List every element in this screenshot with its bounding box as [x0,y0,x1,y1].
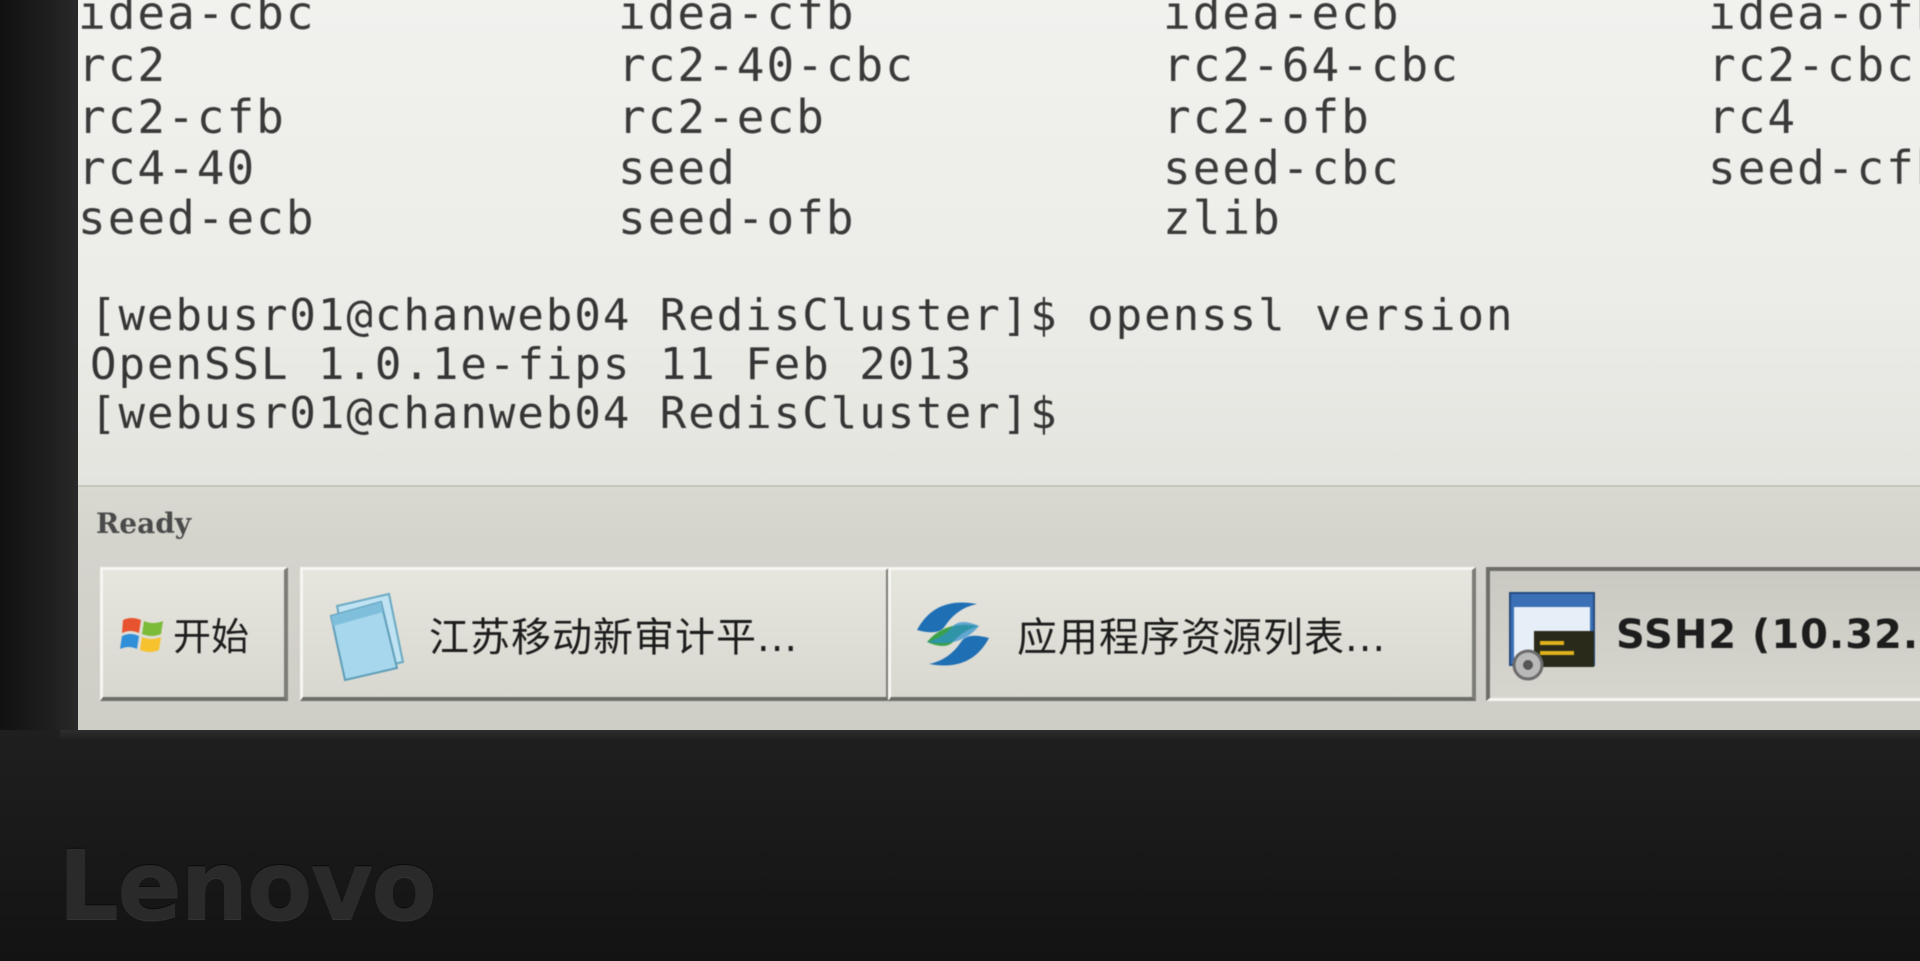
taskbar-item-label: 江苏移动新审计平... [429,614,799,661]
command-prompt-line: [webusr01@chanweb04 RedisCluster]$ [90,388,1059,439]
start-button[interactable]: 开始 [100,567,288,701]
china-mobile-logo-icon [917,601,989,666]
command-prompt-line: [webusr01@chanweb04 RedisCluster]$ opens… [90,290,1515,341]
cipher-name: seed [618,141,737,195]
ssh-terminal-icon [1509,591,1595,680]
cipher-name: zlib [1163,191,1282,245]
cipher-name: rc2 [78,38,168,92]
start-label: 开始 [173,615,250,659]
cipher-name: seed-ecb [78,191,316,245]
windows-flag-icon [120,617,163,652]
taskbar: 开始 江苏移动新审计平... 应用程序资源列表... SSH2 (10.32.3 [78,553,1920,730]
cipher-name: idea-cfb [618,0,856,40]
notepad-icon [329,592,405,681]
taskbar-item-label: 应用程序资源列表... [1017,614,1387,661]
taskbar-item-ssh2[interactable]: SSH2 (10.32.3 [1486,567,1920,701]
cipher-name: idea-cbc [78,0,316,40]
taskbar-item-label: SSH2 (10.32.3 [1616,611,1920,658]
taskbar-item-resource-list[interactable]: 应用程序资源列表... [888,567,1476,701]
cipher-name: rc4 [1708,90,1798,144]
screen: idea-cbc idea-cfb idea-ecb idea-ofb rc2 … [78,0,1920,730]
taskbar-item-notepad[interactable]: 江苏移动新审计平... [300,567,890,701]
cipher-name: idea-ofb [1708,0,1920,40]
cipher-name: rc2-ofb [1163,90,1371,144]
screen-bottom-edge [60,730,1920,742]
cipher-name: rc2-40-cbc [618,38,915,92]
cipher-name: rc2-cfb [78,90,286,144]
cipher-name: idea-ecb [1163,0,1401,40]
laptop-brand-logo: Lenovo [58,830,437,942]
cipher-name: rc2-cbc [1708,38,1916,92]
terminal-window[interactable]: idea-cbc idea-cfb idea-ecb idea-ofb rc2 … [78,0,1920,485]
status-bar: Ready [78,485,1920,555]
cipher-name: seed-cbc [1163,141,1401,195]
cipher-name: seed-cfb [1708,141,1920,195]
cipher-name: seed-ofb [618,191,856,245]
status-text: Ready [96,507,192,540]
photo-of-laptop-screen: idea-cbc idea-cfb idea-ecb idea-ofb rc2 … [0,0,1920,961]
command-output-line: OpenSSL 1.0.1e-fips 11 Feb 2013 [90,339,974,390]
cipher-name: rc2-64-cbc [1163,38,1460,92]
cipher-name: rc4-40 [78,141,257,195]
laptop-left-bezel [0,0,80,740]
cipher-name: rc2-ecb [618,90,826,144]
